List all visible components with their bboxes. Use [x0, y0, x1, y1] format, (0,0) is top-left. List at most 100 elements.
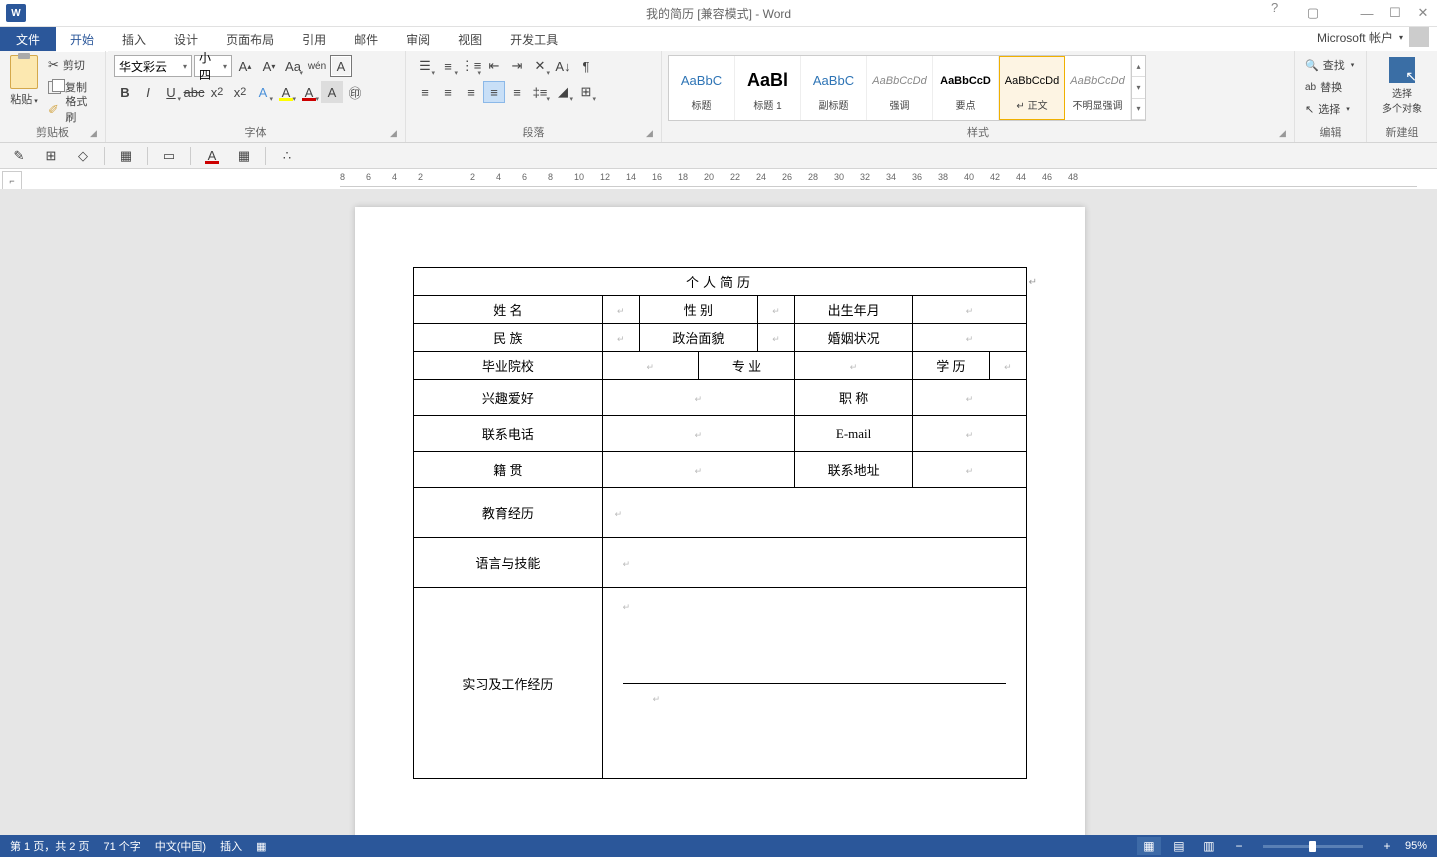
align-center-button[interactable]: ≡	[437, 81, 459, 103]
clipboard-launcher-icon[interactable]: ◢	[90, 128, 102, 140]
tab-developer[interactable]: 开发工具	[496, 27, 572, 51]
char-border-button[interactable]: A	[330, 55, 352, 77]
style-subtle-emphasis[interactable]: AaBbCcDd不明显强调	[1065, 56, 1131, 120]
tab-mailings[interactable]: 邮件	[340, 27, 392, 51]
insert-table-icon[interactable]: ▦	[115, 146, 137, 166]
tab-review[interactable]: 审阅	[392, 27, 444, 51]
gallery-up-icon[interactable]: ▴	[1132, 56, 1145, 77]
shrink-font-button[interactable]: A▾	[258, 55, 280, 77]
font-size-select[interactable]: 小四▾	[194, 55, 232, 77]
zoom-slider[interactable]	[1263, 845, 1363, 848]
show-marks-button[interactable]: ¶	[575, 55, 597, 77]
style-heading[interactable]: AaBbC标题	[669, 56, 735, 120]
group-paragraph: ☰ ≡ ⋮≡ ⇤ ⇥ ✕ A↓ ¶ ≡ ≡ ≡ ≡ ≡ ‡≡ ◢ ⊞ 段落 ◢	[406, 51, 662, 142]
numbering-button[interactable]: ≡	[437, 55, 459, 77]
superscript-button[interactable]: x2	[229, 81, 251, 103]
style-emphasis[interactable]: AaBbCcDd强调	[867, 56, 933, 120]
pen-color-icon[interactable]: A	[201, 146, 223, 166]
paragraph-mark-icon: ↵	[1029, 277, 1037, 288]
find-button[interactable]: 🔍查找	[1305, 55, 1354, 75]
select-multiple-button[interactable]: 选择多个对象	[1371, 53, 1433, 126]
table-grid-icon[interactable]: ⊞	[40, 146, 62, 166]
maximize-icon[interactable]: ☐	[1381, 0, 1409, 26]
tab-view[interactable]: 视图	[444, 27, 496, 51]
misc-icon[interactable]: ∴	[276, 146, 298, 166]
gallery-down-icon[interactable]: ▾	[1132, 77, 1145, 98]
change-case-button[interactable]: Aa	[282, 55, 304, 77]
help-icon[interactable]: ?	[1271, 0, 1299, 26]
align-left-button[interactable]: ≡	[414, 81, 436, 103]
style-subtitle[interactable]: AaBbC副标题	[801, 56, 867, 120]
tab-insert[interactable]: 插入	[108, 27, 160, 51]
close-icon[interactable]: ✕	[1409, 0, 1437, 26]
gallery-more-icon[interactable]: ▾	[1132, 99, 1145, 120]
underline-button[interactable]: U	[160, 81, 182, 103]
zoom-out-icon[interactable]: −	[1227, 837, 1251, 855]
styles-launcher-icon[interactable]: ◢	[1279, 128, 1291, 140]
tab-layout[interactable]: 页面布局	[212, 27, 288, 51]
borders-button[interactable]: ⊞	[575, 81, 597, 103]
font-color-button[interactable]: A	[298, 81, 320, 103]
tab-references[interactable]: 引用	[288, 27, 340, 51]
style-strong[interactable]: AaBbCcD要点	[933, 56, 999, 120]
zoom-thumb[interactable]	[1309, 841, 1316, 852]
replace-button[interactable]: ab替换	[1305, 77, 1342, 97]
sort-button[interactable]: A↓	[552, 55, 574, 77]
cut-button[interactable]: ✂剪切	[48, 55, 97, 75]
insert-mode[interactable]: 插入	[220, 838, 242, 854]
text-direction-button[interactable]: ✕	[529, 55, 551, 77]
text-effects-button[interactable]: A	[252, 81, 274, 103]
tab-home[interactable]: 开始	[56, 27, 108, 51]
shading-button[interactable]: ◢	[552, 81, 574, 103]
style-normal[interactable]: AaBbCcDd↵ 正文	[999, 56, 1065, 120]
word-count[interactable]: 71 个字	[103, 838, 140, 854]
bullets-button[interactable]: ☰	[414, 55, 436, 77]
font-name-select[interactable]: 华文彩云▾	[114, 55, 192, 77]
minimize-icon[interactable]: —	[1353, 0, 1381, 26]
table-style-icon[interactable]: ▦	[233, 146, 255, 166]
select-button[interactable]: ↖选择	[1305, 99, 1350, 119]
style-heading1[interactable]: AaBl标题 1	[735, 56, 801, 120]
highlight-button[interactable]: A	[275, 81, 297, 103]
tab-design[interactable]: 设计	[160, 27, 212, 51]
char-shading-button[interactable]: A	[321, 81, 343, 103]
phonetic-guide-button[interactable]: wén	[306, 55, 328, 77]
multilevel-button[interactable]: ⋮≡	[460, 55, 482, 77]
ribbon-options-icon[interactable]: ▢	[1299, 0, 1327, 26]
distributed-button[interactable]: ≡	[506, 81, 528, 103]
copy-icon	[48, 81, 61, 94]
page-indicator[interactable]: 第 1 页，共 2 页	[10, 838, 89, 854]
zoom-level[interactable]: 95%	[1405, 840, 1427, 852]
font-launcher-icon[interactable]: ◢	[390, 128, 402, 140]
align-right-button[interactable]: ≡	[460, 81, 482, 103]
bold-button[interactable]: B	[114, 81, 136, 103]
web-layout-view-icon[interactable]: ▥	[1197, 837, 1221, 855]
macro-indicator[interactable]: ▦	[256, 840, 266, 853]
italic-button[interactable]: I	[137, 81, 159, 103]
format-painter-button[interactable]: ✐格式刷	[48, 99, 97, 119]
increase-indent-button[interactable]: ⇥	[506, 55, 528, 77]
horizontal-ruler[interactable]: 8642246810121416182022242628303234363840…	[340, 169, 1417, 187]
paste-button[interactable]: 粘贴	[4, 53, 44, 109]
decrease-indent-button[interactable]: ⇤	[483, 55, 505, 77]
line-spacing-button[interactable]: ‡≡	[529, 81, 551, 103]
strikethrough-button[interactable]: abc	[183, 81, 205, 103]
justify-button[interactable]: ≡	[483, 81, 505, 103]
resume-table[interactable]: 个人简历 姓 名 性 别 出生年月 民 族 政治面貌 婚姻状况 毕业院校 专 业…	[413, 267, 1027, 779]
border-style-icon[interactable]: ▭	[158, 146, 180, 166]
zoom-in-icon[interactable]: +	[1375, 837, 1399, 855]
paragraph-launcher-icon[interactable]: ◢	[646, 128, 658, 140]
page[interactable]: ↵ 个人简历 姓 名 性 别 出生年月 民 族 政治面貌 婚姻状况 毕业院校 专…	[355, 207, 1085, 835]
grow-font-button[interactable]: A▴	[234, 55, 256, 77]
enclose-char-button[interactable]: ㊞	[344, 81, 366, 103]
subscript-button[interactable]: x2	[206, 81, 228, 103]
tab-selector-icon[interactable]: ⌐	[2, 171, 22, 191]
print-layout-view-icon[interactable]: ▦	[1137, 837, 1161, 855]
account-menu[interactable]: Microsoft 帐户 ▾	[1317, 27, 1429, 47]
draw-table-icon[interactable]: ✎	[8, 146, 30, 166]
eraser-icon[interactable]: ◇	[72, 146, 94, 166]
read-mode-view-icon[interactable]: ▤	[1167, 837, 1191, 855]
ruler[interactable]: ⌐ 86422468101214161820222426283032343638…	[0, 169, 1437, 189]
tab-file[interactable]: 文件	[0, 27, 56, 51]
language-indicator[interactable]: 中文(中国)	[155, 838, 206, 854]
